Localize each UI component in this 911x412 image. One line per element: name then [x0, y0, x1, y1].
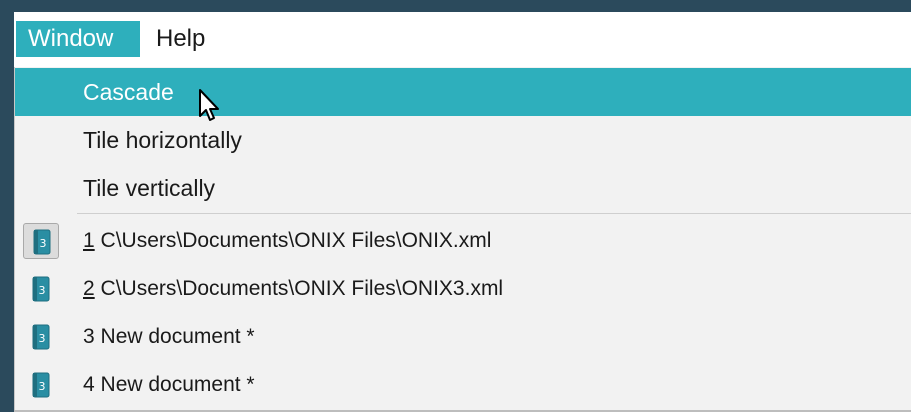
- menu-bar: Window Help: [14, 12, 911, 67]
- menu-item-document-2-label: 2 C\Users\Documents\ONIX Files\ONIX3.xml: [83, 277, 504, 300]
- menu-item-document-2[interactable]: 3 2 C\Users\Documents\ONIX Files\ONIX3.x…: [15, 265, 911, 313]
- svg-text:3: 3: [39, 380, 46, 393]
- document-3-icon-box: 3: [23, 319, 59, 355]
- menu-window[interactable]: Window: [16, 21, 140, 57]
- menu-window-label: Window: [28, 25, 114, 52]
- window-frame-left: [0, 0, 14, 412]
- menu-separator: [77, 213, 911, 214]
- menu-item-document-3-label: 3 New document *: [83, 325, 255, 348]
- window-menu-dropdown: Cascade Tile horizontally Tile verticall…: [14, 67, 911, 412]
- menu-item-tile-horizontally[interactable]: Tile horizontally: [15, 116, 911, 164]
- menu-help-label: Help: [156, 25, 206, 52]
- menu-help[interactable]: Help: [144, 21, 224, 57]
- svg-text:3: 3: [39, 284, 46, 297]
- onix-document-icon: 3: [32, 324, 50, 350]
- mouse-pointer-icon: [198, 88, 224, 129]
- onix-document-icon: 3: [32, 276, 50, 302]
- menu-item-document-1-label: 1 C\Users\Documents\ONIX Files\ONIX.xml: [83, 229, 492, 252]
- menu-item-document-4-label: 4 New document *: [83, 373, 255, 396]
- document-1-icon-checked: 3: [23, 223, 59, 259]
- svg-text:3: 3: [40, 237, 47, 250]
- onix-document-icon: 3: [32, 372, 50, 398]
- svg-text:3: 3: [39, 332, 46, 345]
- document-2-icon-box: 3: [23, 271, 59, 307]
- menu-item-document-4[interactable]: 3 4 New document *: [15, 361, 911, 409]
- menu-item-cascade[interactable]: Cascade: [15, 68, 911, 116]
- menu-item-tile-vertically[interactable]: Tile vertically: [15, 164, 911, 212]
- document-4-icon-box: 3: [23, 367, 59, 403]
- menu-item-document-3[interactable]: 3 3 New document *: [15, 313, 911, 361]
- window-frame-top: [0, 0, 911, 12]
- menu-item-cascade-label: Cascade: [83, 79, 174, 105]
- onix-document-icon: 3: [33, 229, 51, 255]
- menu-item-tile-vertically-label: Tile vertically: [83, 175, 216, 201]
- menu-item-document-1[interactable]: 3 1 C\Users\Documents\ONIX Files\ONIX.xm…: [15, 217, 911, 265]
